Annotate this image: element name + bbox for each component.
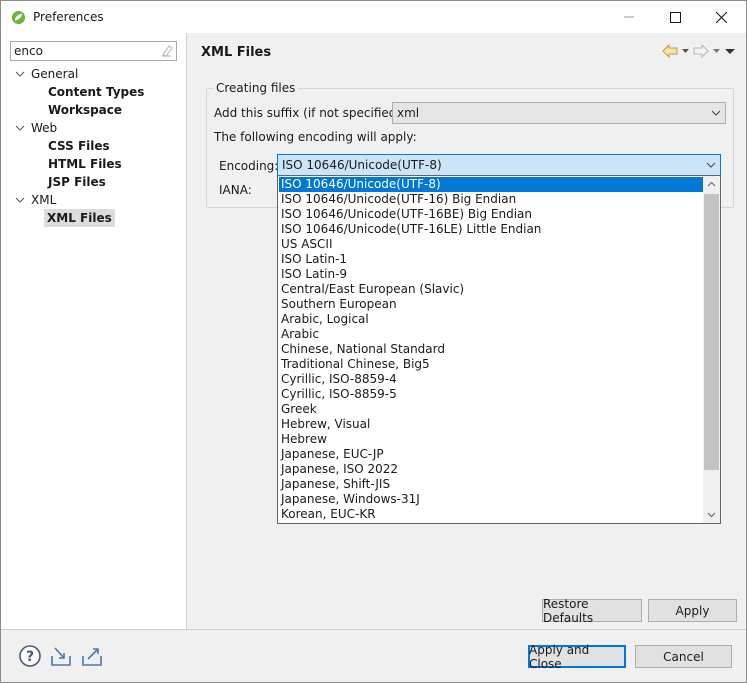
encoding-option[interactable]: Southern European <box>279 297 704 312</box>
encoding-option[interactable]: ISO 10646/Unicode(UTF-16LE) Little Endia… <box>279 222 704 237</box>
encoding-option[interactable]: ISO 10646/Unicode(UTF-16) Big Endian <box>279 192 704 207</box>
import-icon[interactable] <box>49 644 73 668</box>
forward-arrow-icon[interactable] <box>693 44 709 58</box>
scrollbar-thumb[interactable] <box>704 194 719 470</box>
encoding-option[interactable]: Hebrew, Visual <box>279 417 704 432</box>
dialog-button-bar: ? Apply and Close Cancel <box>1 629 746 682</box>
maximize-button[interactable] <box>652 1 698 33</box>
minimize-button[interactable] <box>606 1 652 33</box>
encoding-option[interactable]: Korean, EUC-KR <box>279 507 704 522</box>
tree-item-jsp-files[interactable]: JSP Files <box>48 173 106 191</box>
encoding-option[interactable]: Hebrew <box>279 432 704 447</box>
back-menu-chevron-icon[interactable] <box>681 44 690 58</box>
encoding-label: Encoding: <box>219 159 279 173</box>
encoding-select[interactable]: ISO 10646/Unicode(UTF-8) <box>277 154 721 176</box>
encoding-option[interactable]: ISO 10646/Unicode(UTF-16BE) Big Endian <box>279 207 704 222</box>
filter-text: enco <box>14 44 43 58</box>
page-navigation <box>662 44 736 58</box>
tree-node-xml[interactable]: XML <box>15 191 56 209</box>
tree-item-xml-files[interactable]: XML Files <box>44 209 115 227</box>
encoding-option[interactable]: Arabic, Logical <box>279 312 704 327</box>
preferences-window: Preferences enco General Content Types W… <box>0 0 747 683</box>
chevron-down-icon <box>711 110 721 116</box>
encoding-option[interactable]: Japanese, EUC-JP <box>279 447 704 462</box>
encoding-option[interactable]: Central/East European (Slavic) <box>279 282 704 297</box>
export-icon[interactable] <box>80 644 104 668</box>
cancel-button[interactable]: Cancel <box>635 645 732 668</box>
tree-item-workspace[interactable]: Workspace <box>48 101 122 119</box>
group-label: Creating files <box>213 81 299 95</box>
filter-input[interactable]: enco <box>10 41 177 61</box>
restore-defaults-button[interactable]: Restore Defaults <box>542 597 642 625</box>
maximize-icon <box>669 11 681 23</box>
encoding-dropdown-list[interactable]: ISO 10646/Unicode(UTF-8) ISO 10646/Unicod… <box>277 175 721 524</box>
encoding-option[interactable]: Arabic <box>279 327 704 342</box>
tree-node-web[interactable]: Web <box>15 119 57 137</box>
window-title: Preferences <box>33 10 104 24</box>
title-bar: Preferences <box>1 1 746 33</box>
scroll-down-button[interactable] <box>703 506 720 523</box>
tree-label-general: General <box>31 67 79 81</box>
chevron-down-icon <box>707 512 716 518</box>
suffix-label: Add this suffix (if not specified): <box>214 106 406 120</box>
chevron-up-icon <box>707 181 716 187</box>
chevron-down-icon[interactable] <box>15 191 25 209</box>
back-arrow-icon[interactable] <box>662 44 678 58</box>
suffix-select[interactable]: xml <box>392 102 726 124</box>
encoding-option[interactable]: ISO 10646/Unicode(UTF-8) <box>279 177 704 192</box>
tree-label-web: Web <box>31 121 58 135</box>
tree-item-html-files[interactable]: HTML Files <box>48 155 122 173</box>
forward-menu-chevron-icon[interactable] <box>712 44 721 58</box>
tree-item-css-files[interactable]: CSS Files <box>48 137 110 155</box>
suffix-value: xml <box>397 106 420 120</box>
apply-button[interactable]: Apply <box>648 599 737 622</box>
tree-node-general[interactable]: General <box>15 65 78 83</box>
encoding-option[interactable]: Japanese, Windows-31J <box>279 492 704 507</box>
chevron-down-icon[interactable] <box>15 119 25 137</box>
help-icon[interactable]: ? <box>18 644 42 668</box>
eraser-icon[interactable] <box>160 44 173 57</box>
encoding-option[interactable]: Greek <box>279 402 704 417</box>
encoding-option[interactable]: US ASCII <box>279 237 704 252</box>
page-header: XML Files <box>188 33 746 73</box>
apply-and-close-button[interactable]: Apply and Close <box>528 643 626 671</box>
spring-leaf-icon <box>11 10 26 25</box>
encoding-option[interactable]: Japanese, ISO 2022 <box>279 462 704 477</box>
chevron-down-icon[interactable] <box>15 65 25 83</box>
iana-label: IANA: <box>219 183 252 197</box>
close-icon <box>715 11 727 23</box>
close-button[interactable] <box>698 1 744 33</box>
preference-tree-pane: enco General Content Types Workspace Web… <box>1 33 187 629</box>
svg-text:?: ? <box>26 649 34 665</box>
scroll-up-button[interactable] <box>703 176 720 193</box>
view-menu-icon[interactable] <box>724 44 736 58</box>
encoding-option[interactable]: ISO Latin-9 <box>279 267 704 282</box>
page-title: XML Files <box>201 45 272 60</box>
dropdown-scrollbar[interactable] <box>703 176 720 523</box>
encoding-value: ISO 10646/Unicode(UTF-8) <box>282 158 442 172</box>
chevron-down-icon <box>706 162 716 168</box>
encoding-option[interactable]: Cyrillic, ISO-8859-5 <box>279 387 704 402</box>
encoding-note: The following encoding will apply: <box>214 130 417 144</box>
encoding-option[interactable]: Traditional Chinese, Big5 <box>279 357 704 372</box>
encoding-option[interactable]: ISO Latin-1 <box>279 252 704 267</box>
minimize-icon <box>624 16 634 18</box>
encoding-option[interactable]: Japanese, Shift-JIS <box>279 477 704 492</box>
encoding-option[interactable]: Cyrillic, ISO-8859-4 <box>279 372 704 387</box>
tree-label-xml: XML <box>31 193 57 207</box>
encoding-option[interactable]: Chinese, National Standard <box>279 342 704 357</box>
tree-item-content-types[interactable]: Content Types <box>48 83 144 101</box>
